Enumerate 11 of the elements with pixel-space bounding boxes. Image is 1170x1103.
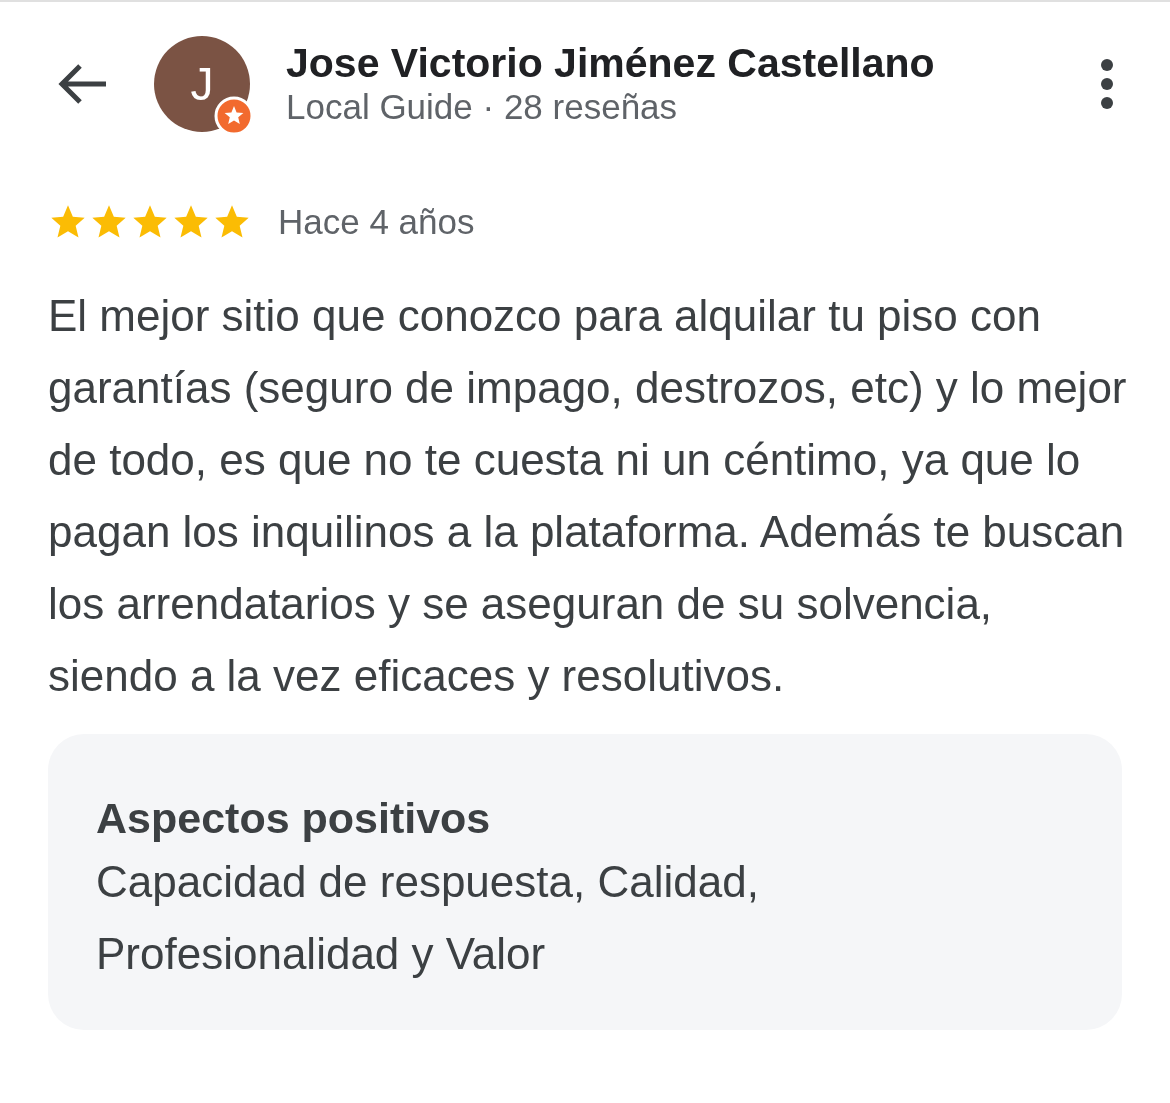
back-arrow-icon	[56, 62, 108, 106]
avatar-letter: J	[190, 57, 214, 111]
review-time: Hace 4 años	[278, 202, 475, 242]
highlights-text: Capacidad de respuesta, Calidad, Profesionalidad y Valor	[96, 856, 760, 980]
reviewer-subtitle: Local Guide · 28 reseñas	[286, 86, 679, 128]
review-text: El mejor sitio que conozco para alquilar tu piso con garantías (seguro de impago, destrozos, etc) y lo mejor de todo, es que no te cuesta ni un céntimo, ya que lo pagan los inquilinos a la plataforma. Además te buscan los arrendatarios y se aseguran de su solvencia, siendo a la vez eficaces y resolutivos.	[48, 290, 1128, 702]
more-vertical-icon	[1100, 58, 1114, 110]
avatar[interactable]: J	[154, 36, 250, 132]
reviewer-name: Jose Victorio Jiménez Castellano	[286, 40, 936, 86]
local-guide-badge-icon	[214, 96, 254, 136]
highlights-title: Aspectos positivos	[96, 793, 492, 844]
